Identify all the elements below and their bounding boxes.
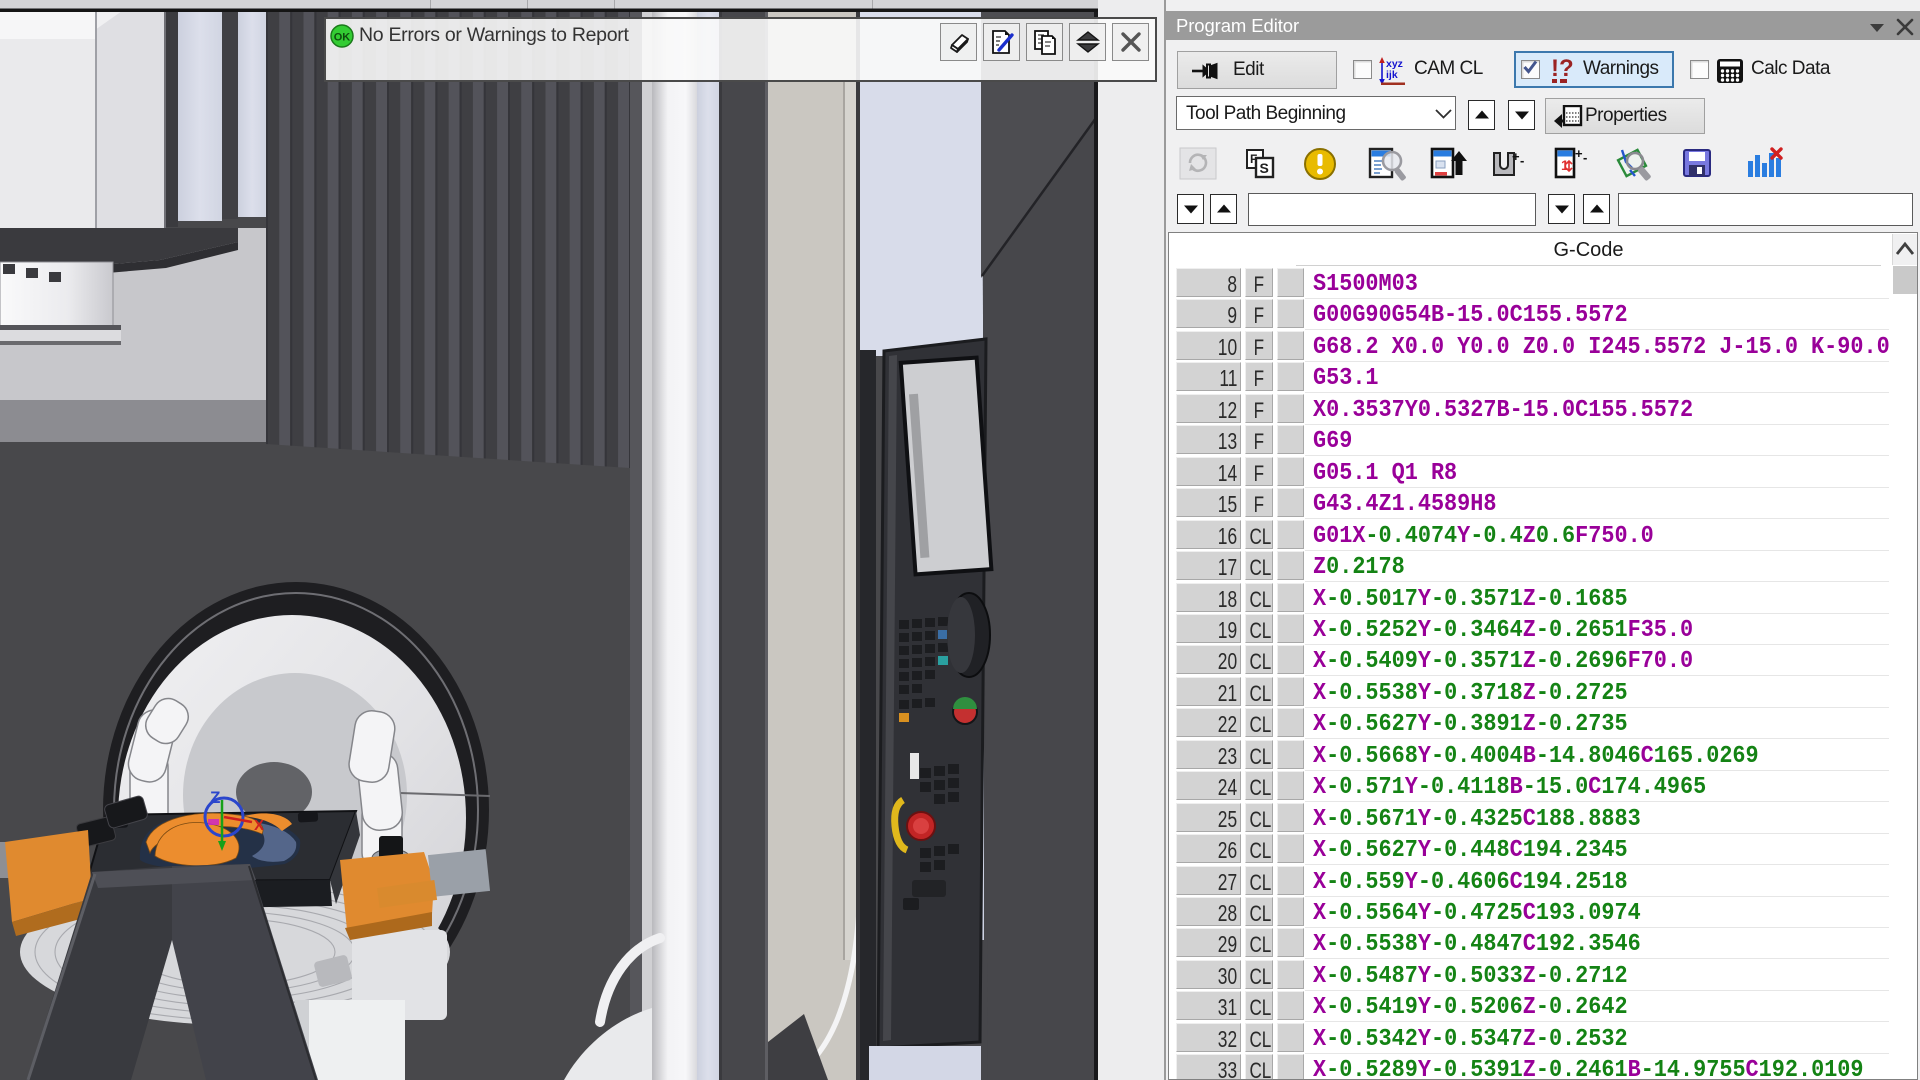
svg-text:S: S <box>1260 160 1269 176</box>
svg-text:!?: !? <box>1551 57 1574 82</box>
svg-text:X: X <box>254 817 264 834</box>
svg-text:+: + <box>1575 146 1583 161</box>
svg-text:+: + <box>1512 149 1520 164</box>
svg-text:-: - <box>1583 150 1587 165</box>
svg-text:OK: OK <box>334 32 351 44</box>
svg-text:-: - <box>1520 153 1524 168</box>
svg-text:Z: Z <box>210 788 220 807</box>
svg-text:ijk: ijk <box>1386 69 1398 81</box>
